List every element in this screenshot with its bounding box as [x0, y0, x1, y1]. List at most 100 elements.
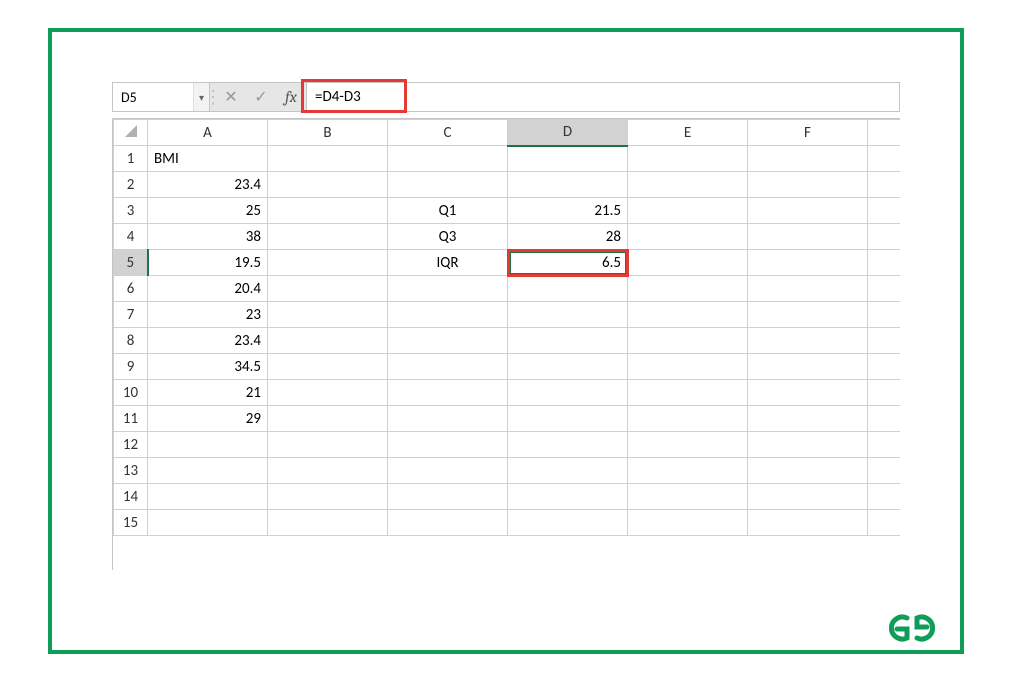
row-header-5[interactable]: 5	[114, 250, 148, 276]
cell-G7[interactable]	[868, 302, 901, 328]
cell-E9[interactable]	[628, 354, 748, 380]
cell-B7[interactable]	[268, 302, 388, 328]
row-header-7[interactable]: 7	[114, 302, 148, 328]
cell-E13[interactable]	[628, 458, 748, 484]
cell-C2[interactable]	[388, 172, 508, 198]
cell-B9[interactable]	[268, 354, 388, 380]
cell-G5[interactable]	[868, 250, 901, 276]
row-header-4[interactable]: 4	[114, 224, 148, 250]
select-all-corner[interactable]	[114, 120, 148, 146]
cell-C3[interactable]: Q1	[388, 198, 508, 224]
cell-D14[interactable]	[508, 484, 628, 510]
cancel-button[interactable]: ✕	[216, 83, 246, 111]
row-header-15[interactable]: 15	[114, 510, 148, 536]
cell-B12[interactable]	[268, 432, 388, 458]
cell-B2[interactable]	[268, 172, 388, 198]
cell-F10[interactable]	[748, 380, 868, 406]
cell-F5[interactable]	[748, 250, 868, 276]
cell-C7[interactable]	[388, 302, 508, 328]
cell-F4[interactable]	[748, 224, 868, 250]
cell-E8[interactable]	[628, 328, 748, 354]
cell-D11[interactable]	[508, 406, 628, 432]
row-header-13[interactable]: 13	[114, 458, 148, 484]
cell-F15[interactable]	[748, 510, 868, 536]
cell-A15[interactable]	[148, 510, 268, 536]
cell-C1[interactable]	[388, 146, 508, 172]
cell-A12[interactable]	[148, 432, 268, 458]
cell-F7[interactable]	[748, 302, 868, 328]
cell-B8[interactable]	[268, 328, 388, 354]
col-header-A[interactable]: A	[148, 120, 268, 146]
cell-B5[interactable]	[268, 250, 388, 276]
cell-C15[interactable]	[388, 510, 508, 536]
cell-C4[interactable]: Q3	[388, 224, 508, 250]
cell-C8[interactable]	[388, 328, 508, 354]
cell-G13[interactable]	[868, 458, 901, 484]
cell-A7[interactable]: 23	[148, 302, 268, 328]
cell-E10[interactable]	[628, 380, 748, 406]
cell-B1[interactable]	[268, 146, 388, 172]
row-header-2[interactable]: 2	[114, 172, 148, 198]
cell-D10[interactable]	[508, 380, 628, 406]
cell-E5[interactable]	[628, 250, 748, 276]
cell-B15[interactable]	[268, 510, 388, 536]
row-header-6[interactable]: 6	[114, 276, 148, 302]
cell-D13[interactable]	[508, 458, 628, 484]
cell-F12[interactable]	[748, 432, 868, 458]
cell-E2[interactable]	[628, 172, 748, 198]
cell-B11[interactable]	[268, 406, 388, 432]
cell-C14[interactable]	[388, 484, 508, 510]
cell-B4[interactable]	[268, 224, 388, 250]
cell-C12[interactable]	[388, 432, 508, 458]
row-header-11[interactable]: 11	[114, 406, 148, 432]
cell-C11[interactable]	[388, 406, 508, 432]
cell-G4[interactable]	[868, 224, 901, 250]
cell-A6[interactable]: 20.4	[148, 276, 268, 302]
cell-G14[interactable]	[868, 484, 901, 510]
cell-G12[interactable]	[868, 432, 901, 458]
cell-G2[interactable]	[868, 172, 901, 198]
formula-input[interactable]	[307, 83, 899, 111]
row-header-1[interactable]: 1	[114, 146, 148, 172]
cell-D12[interactable]	[508, 432, 628, 458]
cell-E12[interactable]	[628, 432, 748, 458]
cell-A8[interactable]: 23.4	[148, 328, 268, 354]
col-header-B[interactable]: B	[268, 120, 388, 146]
cell-F3[interactable]	[748, 198, 868, 224]
cell-F11[interactable]	[748, 406, 868, 432]
cell-B10[interactable]	[268, 380, 388, 406]
cell-B14[interactable]	[268, 484, 388, 510]
col-header-C[interactable]: C	[388, 120, 508, 146]
cell-D6[interactable]	[508, 276, 628, 302]
cell-E14[interactable]	[628, 484, 748, 510]
cell-A2[interactable]: 23.4	[148, 172, 268, 198]
cell-G11[interactable]	[868, 406, 901, 432]
cell-C10[interactable]	[388, 380, 508, 406]
cell-E11[interactable]	[628, 406, 748, 432]
cell-F2[interactable]	[748, 172, 868, 198]
col-header-D[interactable]: D	[508, 120, 628, 146]
cell-F9[interactable]	[748, 354, 868, 380]
enter-button[interactable]: ✓	[246, 83, 276, 111]
cell-F14[interactable]	[748, 484, 868, 510]
cell-F1[interactable]	[748, 146, 868, 172]
cell-C9[interactable]	[388, 354, 508, 380]
row-header-12[interactable]: 12	[114, 432, 148, 458]
cell-G9[interactable]	[868, 354, 901, 380]
cell-D9[interactable]	[508, 354, 628, 380]
spreadsheet-grid[interactable]: ABCDEFG 1BMI223.4325Q121.5438Q328519.5IQ…	[112, 118, 900, 570]
col-header-G[interactable]: G	[868, 120, 901, 146]
row-header-3[interactable]: 3	[114, 198, 148, 224]
cell-B13[interactable]	[268, 458, 388, 484]
cell-A9[interactable]: 34.5	[148, 354, 268, 380]
cell-E7[interactable]	[628, 302, 748, 328]
cell-A11[interactable]: 29	[148, 406, 268, 432]
row-header-14[interactable]: 14	[114, 484, 148, 510]
name-box[interactable]	[113, 83, 193, 111]
cell-F8[interactable]	[748, 328, 868, 354]
cell-G6[interactable]	[868, 276, 901, 302]
cell-D1[interactable]	[508, 146, 628, 172]
cell-E15[interactable]	[628, 510, 748, 536]
cell-G1[interactable]	[868, 146, 901, 172]
row-header-8[interactable]: 8	[114, 328, 148, 354]
